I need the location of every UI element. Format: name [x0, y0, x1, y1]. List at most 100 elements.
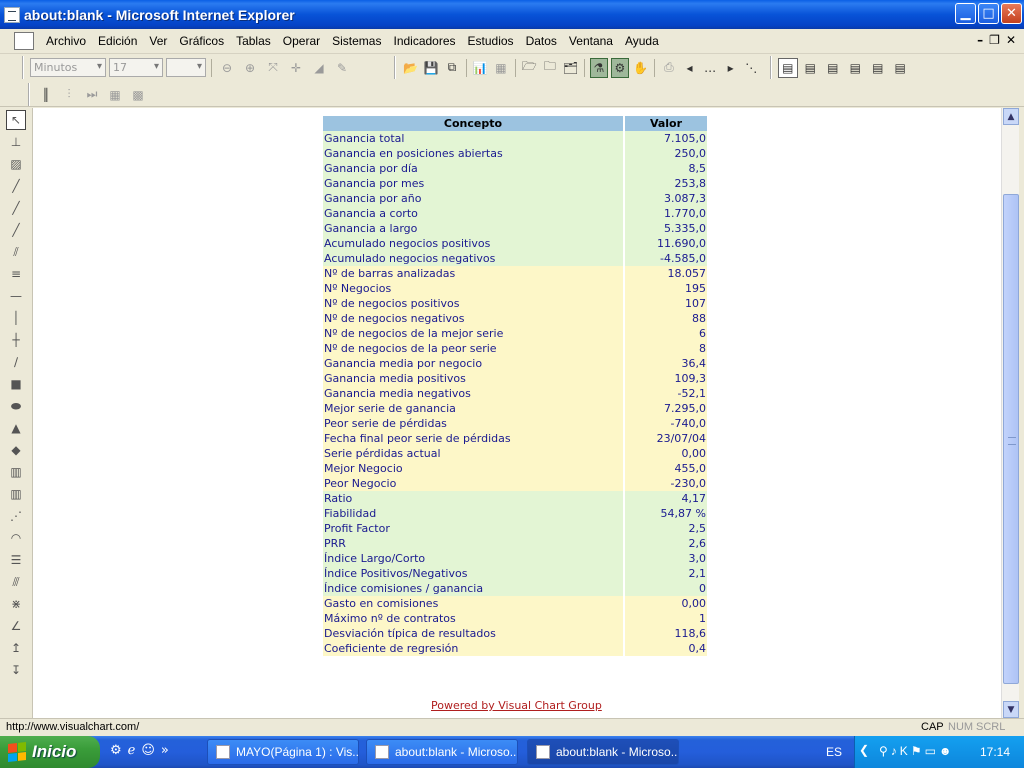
diamond-icon[interactable]: ◆: [6, 440, 26, 460]
window-6-icon[interactable]: ▤: [890, 58, 909, 78]
maximize-button[interactable]: □: [978, 3, 999, 24]
menu-datos[interactable]: Datos: [520, 34, 563, 48]
menu-operar[interactable]: Operar: [277, 34, 326, 48]
messenger-icon[interactable]: ☻: [939, 744, 952, 758]
security-icon[interactable]: ⚑: [911, 744, 922, 758]
grid-alt-icon[interactable]: ▩: [128, 85, 148, 105]
bar-chart-icon[interactable]: 📊: [472, 58, 490, 78]
user-icon[interactable]: ☺: [141, 743, 155, 758]
scroll-thumb[interactable]: [1003, 194, 1019, 684]
zoom-out-icon[interactable]: ⊖: [217, 58, 237, 78]
mdi-restore-icon[interactable]: ❐: [989, 33, 1000, 47]
window-4-icon[interactable]: ▤: [846, 58, 865, 78]
angle-icon[interactable]: ∠: [6, 616, 26, 636]
folder-star-icon[interactable]: 🗀: [541, 58, 559, 78]
mdi-close-icon[interactable]: ✕: [1006, 33, 1016, 47]
menu-ver[interactable]: Ver: [143, 34, 173, 48]
curve-icon[interactable]: ∕: [6, 352, 26, 372]
scroll-fit-icon[interactable]: …: [701, 58, 719, 78]
close-button[interactable]: ✕: [1001, 3, 1022, 24]
indicator-b-icon[interactable]: ⚙: [610, 57, 629, 78]
indent-icon[interactable]: ⫶: [59, 85, 79, 105]
task-about-blank-2[interactable]: about:blank - Microso...: [527, 739, 679, 765]
language-indicator[interactable]: ES: [826, 745, 842, 759]
parallel-icon[interactable]: ≡: [6, 264, 26, 284]
table-icon[interactable]: ▦: [492, 58, 510, 78]
hand-icon[interactable]: ✋: [632, 58, 650, 78]
rectangle-icon[interactable]: ■: [6, 374, 26, 394]
menu-graficos[interactable]: Gráficos: [173, 34, 230, 48]
arrow-up-icon[interactable]: ↥: [6, 638, 26, 658]
bars-icon[interactable]: ║: [36, 85, 56, 105]
scroll-down-icon[interactable]: ▼: [1003, 701, 1019, 718]
timeframe-select[interactable]: Minutos: [30, 58, 106, 77]
settings-icon[interactable]: ⚙: [110, 743, 122, 758]
antivirus-icon[interactable]: K: [900, 744, 908, 758]
scale-icon[interactable]: ⤧: [263, 58, 283, 78]
save-icon[interactable]: 💾: [423, 58, 441, 78]
menu-archivo[interactable]: Archivo: [40, 34, 92, 48]
vertical-scrollbar[interactable]: ▲ ▼: [1001, 108, 1019, 718]
window-2-icon[interactable]: ▤: [801, 58, 820, 78]
start-button[interactable]: Inicio: [0, 736, 100, 768]
horizontal-line-icon[interactable]: —: [6, 286, 26, 306]
trendline-icon[interactable]: ╱: [6, 176, 26, 196]
pen-icon[interactable]: ✎: [332, 58, 352, 78]
tree-icon[interactable]: ⋱: [742, 58, 760, 78]
mdi-minimize-icon[interactable]: –: [977, 33, 983, 47]
frame-icon[interactable]: ▨: [6, 154, 26, 174]
zoom-in-icon[interactable]: ⊕: [240, 58, 260, 78]
network-icon[interactable]: ⚲: [879, 744, 888, 758]
window-1-icon[interactable]: ▤: [778, 57, 798, 78]
segment-icon[interactable]: ╱: [6, 220, 26, 240]
task-about-blank-1[interactable]: about:blank - Microso...: [366, 739, 518, 765]
menu-ventana[interactable]: Ventana: [563, 34, 619, 48]
cross-line-icon[interactable]: ┼: [6, 330, 26, 350]
print-icon[interactable]: ⎙: [660, 58, 678, 78]
tray-expand-icon[interactable]: ❮: [859, 743, 869, 757]
list-icon[interactable]: ☰: [6, 550, 26, 570]
menu-estudios[interactable]: Estudios: [462, 34, 520, 48]
folder-flag-icon[interactable]: 🗂: [562, 58, 580, 78]
save-all-icon[interactable]: ⧉: [443, 58, 461, 78]
window-5-icon[interactable]: ▤: [868, 58, 887, 78]
scroll-right-icon[interactable]: ▸: [722, 58, 740, 78]
gann-icon[interactable]: ⋇: [6, 594, 26, 614]
folder-new-icon[interactable]: 🗁: [521, 58, 539, 78]
powered-by-link[interactable]: Powered by Visual Chart Group: [431, 699, 602, 712]
task-mayo[interactable]: MAYO(Página 1) : Vis...: [207, 739, 359, 765]
fibonacci-icon[interactable]: ⫻: [6, 572, 26, 592]
pointer-icon[interactable]: ↖: [6, 110, 26, 130]
grid-icon[interactable]: ▦: [105, 85, 125, 105]
ellipse-icon[interactable]: ⬬: [6, 396, 26, 416]
menu-ayuda[interactable]: Ayuda: [619, 34, 665, 48]
skip-icon[interactable]: ⏭: [82, 85, 102, 105]
ie-icon[interactable]: ℯ: [128, 743, 136, 758]
open-folder-icon[interactable]: 📂: [402, 58, 420, 78]
ray-icon[interactable]: ╱: [6, 198, 26, 218]
arc-icon[interactable]: ◠: [6, 528, 26, 548]
volume-icon[interactable]: ♪: [891, 744, 897, 758]
menu-sistemas[interactable]: Sistemas: [326, 34, 387, 48]
fan-icon[interactable]: ⋰: [6, 506, 26, 526]
menu-indicadores[interactable]: Indicadores: [387, 34, 461, 48]
bars-grid-icon[interactable]: ▥: [6, 484, 26, 504]
period-select[interactable]: 17: [109, 58, 163, 77]
triangle-icon[interactable]: ▲: [6, 418, 26, 438]
vertical-line-icon[interactable]: │: [6, 308, 26, 328]
fill-icon[interactable]: ◢: [309, 58, 329, 78]
chart-window-icon[interactable]: [14, 32, 34, 50]
style-select[interactable]: [166, 58, 206, 77]
columns-icon[interactable]: ▥: [6, 462, 26, 482]
channel-icon[interactable]: ⫽: [6, 242, 26, 262]
more-icon[interactable]: »: [161, 743, 169, 758]
scroll-left-icon[interactable]: ◂: [681, 58, 699, 78]
menu-edicion[interactable]: Edición: [92, 34, 143, 48]
ruler-icon[interactable]: ⊥: [6, 132, 26, 152]
clock[interactable]: 17:14: [980, 745, 1010, 759]
arrow-down-icon[interactable]: ↧: [6, 660, 26, 680]
scroll-up-icon[interactable]: ▲: [1003, 108, 1019, 125]
crosshair-icon[interactable]: ✛: [286, 58, 306, 78]
minimize-button[interactable]: ▁: [955, 3, 976, 24]
window-3-icon[interactable]: ▤: [823, 58, 842, 78]
